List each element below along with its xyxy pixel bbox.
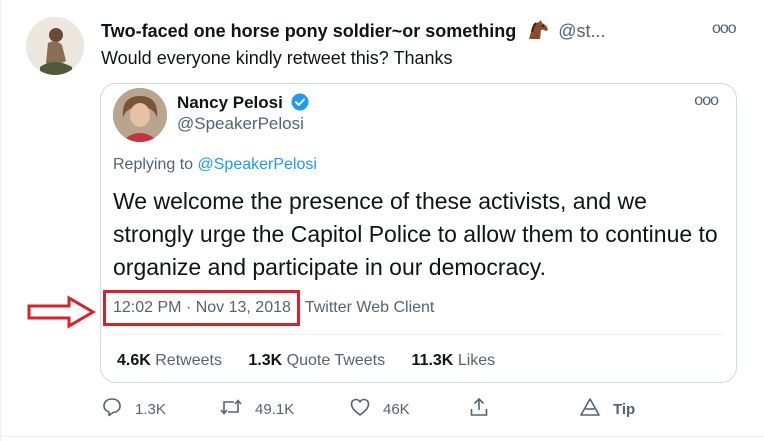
tip-action[interactable]: Tip [579,396,635,422]
like-action[interactable]: 46K [349,396,410,422]
quoted-stats: 4.6K Retweets 1.3K Quote Tweets 11.3K Li… [117,350,517,372]
quoted-author-avatar[interactable] [113,88,167,142]
retweets-count: 4.6K [117,352,151,369]
heart-icon [349,396,371,422]
tweet-text: Would everyone kindly retweet this? Than… [101,48,453,68]
quoted-more-options-icon[interactable]: ooo [694,92,719,110]
likes-label: Likes [457,352,496,369]
tweet-container: Two-faced one horse pony soldier~or some… [0,0,764,441]
quoted-tweet-card[interactable]: Nancy Pelosi @SpeakerPelosi ooo Replying… [100,83,737,383]
bottom-divider [1,436,764,437]
quoted-author-handle[interactable]: @SpeakerPelosi [177,113,304,135]
quoted-divider [113,334,724,335]
tweet-actions: 1.3K 49.1K 46K Tip [101,396,661,422]
author-display-name[interactable]: Two-faced one horse pony soldier~or some… [101,21,516,41]
retweets-label: Retweets [155,352,222,369]
quote-tweets-stat[interactable]: 1.3K Quote Tweets [248,352,385,369]
quote-tweets-label: Quote Tweets [286,352,386,369]
like-count: 46K [383,400,410,418]
replying-to-line: Replying to @SpeakerPelosi [113,154,317,176]
replying-prefix: Replying to [113,156,198,173]
reply-icon [101,396,123,422]
reply-action[interactable]: 1.3K [101,396,166,422]
share-icon [468,396,490,422]
tweet-client[interactable]: Twitter Web Client [305,299,435,316]
retweets-stat[interactable]: 4.6K Retweets [117,352,222,369]
retweet-icon [219,396,243,422]
tip-label: Tip [613,400,636,418]
author-handle[interactable]: @st... [558,21,605,41]
annotation-arrow-icon [27,295,97,334]
retweet-action[interactable]: 49.1K [219,396,294,422]
replying-to-link[interactable]: @SpeakerPelosi [198,156,317,173]
tweet-header: Two-faced one horse pony soldier~or some… [101,19,606,43]
retweet-count: 49.1K [255,400,295,418]
quote-tweets-count: 1.3K [248,352,283,369]
share-action[interactable] [468,396,490,422]
annotation-highlight-box [103,290,300,326]
reply-count: 1.3K [135,400,166,418]
likes-count: 11.3K [411,352,454,369]
more-options-icon[interactable]: ooo [712,20,737,38]
quoted-author-name[interactable]: Nancy Pelosi [177,93,283,112]
horse-emoji-icon [527,20,549,46]
tip-icon [579,396,601,422]
likes-stat[interactable]: 11.3K Likes [412,352,496,369]
author-avatar[interactable] [26,17,84,75]
quoted-tweet-text: We welcome the presence of these activis… [113,188,718,280]
